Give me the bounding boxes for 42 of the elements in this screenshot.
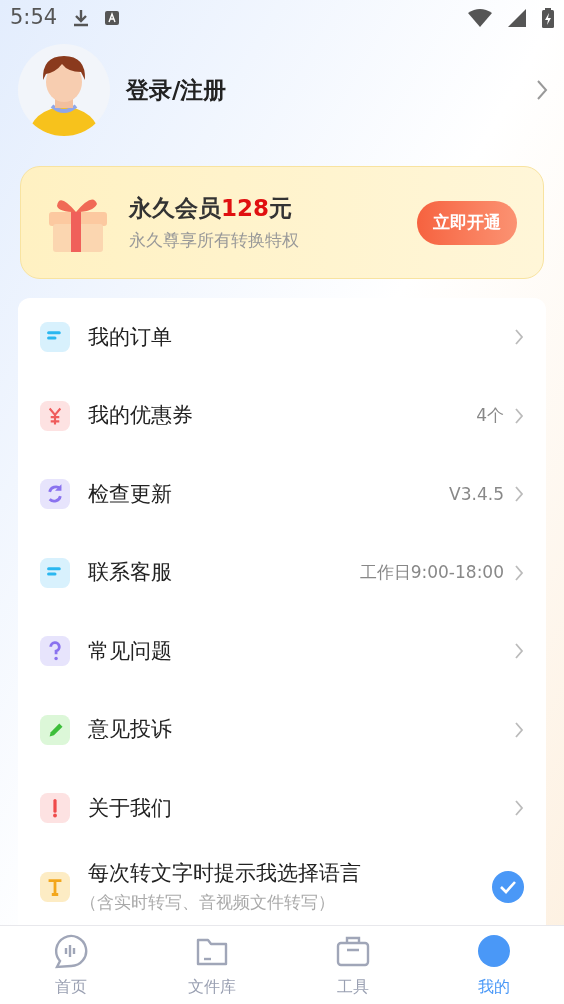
chat-icon	[40, 557, 70, 588]
wifi-icon	[468, 9, 492, 27]
item-value: 4个	[476, 404, 504, 427]
chevron-right-icon[interactable]	[514, 406, 524, 425]
vip-title: 永久会员128元	[129, 193, 293, 223]
vip-card[interactable]: 永久会员128元 永久尊享所有转换特权 立即开通	[20, 166, 544, 279]
item-value: V3.4.5	[449, 482, 504, 506]
menu-item[interactable]: 意见投诉	[88, 714, 514, 746]
menu-item[interactable]: 关于我们	[88, 792, 514, 824]
item-value: 工作日9:00-18:00	[359, 561, 504, 584]
keyboard-icon	[105, 11, 120, 25]
question-icon	[40, 636, 70, 667]
menu-item[interactable]: 检查更新	[88, 478, 450, 510]
status-time: 5:54	[10, 4, 58, 32]
menu-item[interactable]: 我的订单	[88, 321, 514, 353]
refresh-icon	[40, 479, 70, 510]
setting-label: 每次转文字时提示我选择语言	[88, 860, 362, 888]
signal-icon	[508, 9, 526, 27]
chevron-right-icon[interactable]	[514, 799, 524, 818]
menu-item[interactable]: 常见问题	[88, 635, 514, 667]
yen-icon	[40, 400, 70, 431]
chat-wave-icon	[52, 933, 89, 969]
chevron-right-icon[interactable]	[514, 720, 524, 739]
chevron-right-icon[interactable]	[514, 563, 524, 582]
exclamation-icon	[40, 793, 70, 824]
avatar[interactable]	[18, 44, 110, 136]
chevron-right-icon[interactable]	[514, 485, 524, 504]
battery-icon	[542, 8, 554, 28]
list-icon	[40, 322, 70, 353]
chevron-right-icon[interactable]	[536, 79, 548, 101]
menu-item[interactable]: 联系客服	[88, 557, 360, 589]
checkbox[interactable]	[492, 870, 524, 903]
setting-note: （含实时转写、音视频文件转写）	[80, 890, 336, 914]
pencil-icon	[40, 714, 70, 745]
check-icon	[499, 879, 517, 894]
text-icon	[40, 871, 70, 902]
download-icon	[73, 9, 90, 27]
login-link[interactable]: 登录/注册	[126, 72, 536, 108]
menu-item[interactable]: 我的优惠券	[88, 400, 477, 432]
vip-subtitle: 永久尊享所有转换特权	[129, 228, 300, 252]
chevron-right-icon[interactable]	[514, 328, 524, 347]
chevron-right-icon[interactable]	[514, 642, 524, 661]
